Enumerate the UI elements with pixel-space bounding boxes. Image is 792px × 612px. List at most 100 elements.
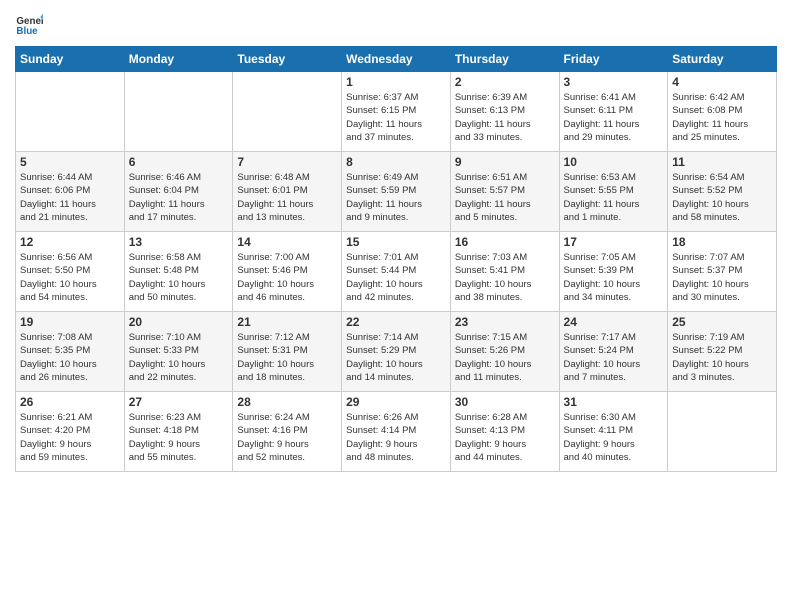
calendar-cell: 26 Sunrise: 6:21 AM Sunset: 4:20 PM Dayli… xyxy=(16,392,125,472)
day-info: Sunrise: 6:48 AM Sunset: 6:01 PM Dayligh… xyxy=(237,171,337,224)
day-number: 28 xyxy=(237,395,337,409)
day-number: 7 xyxy=(237,155,337,169)
day-info: Sunrise: 6:39 AM Sunset: 6:13 PM Dayligh… xyxy=(455,91,555,144)
day-info: Sunrise: 6:46 AM Sunset: 6:04 PM Dayligh… xyxy=(129,171,229,224)
day-number: 26 xyxy=(20,395,120,409)
calendar-cell xyxy=(233,72,342,152)
day-info: Sunrise: 7:15 AM Sunset: 5:26 PM Dayligh… xyxy=(455,331,555,384)
header-day-saturday: Saturday xyxy=(668,47,777,72)
calendar-cell: 27 Sunrise: 6:23 AM Sunset: 4:18 PM Dayli… xyxy=(124,392,233,472)
day-number: 4 xyxy=(672,75,772,89)
day-number: 15 xyxy=(346,235,446,249)
calendar-cell: 15 Sunrise: 7:01 AM Sunset: 5:44 PM Dayli… xyxy=(342,232,451,312)
day-number: 16 xyxy=(455,235,555,249)
header: General Blue xyxy=(15,10,777,38)
calendar-cell: 23 Sunrise: 7:15 AM Sunset: 5:26 PM Dayli… xyxy=(450,312,559,392)
calendar-cell xyxy=(124,72,233,152)
calendar-cell: 12 Sunrise: 6:56 AM Sunset: 5:50 PM Dayli… xyxy=(16,232,125,312)
day-info: Sunrise: 7:10 AM Sunset: 5:33 PM Dayligh… xyxy=(129,331,229,384)
day-info: Sunrise: 7:08 AM Sunset: 5:35 PM Dayligh… xyxy=(20,331,120,384)
calendar-cell: 8 Sunrise: 6:49 AM Sunset: 5:59 PM Daylig… xyxy=(342,152,451,232)
day-number: 27 xyxy=(129,395,229,409)
calendar-cell: 28 Sunrise: 6:24 AM Sunset: 4:16 PM Dayli… xyxy=(233,392,342,472)
calendar-cell: 29Sunrise: 6:26 AM Sunset: 4:14 PM Dayli… xyxy=(342,392,451,472)
day-info: Sunrise: 6:58 AM Sunset: 5:48 PM Dayligh… xyxy=(129,251,229,304)
day-number: 21 xyxy=(237,315,337,329)
day-number: 30 xyxy=(455,395,555,409)
calendar-header: SundayMondayTuesdayWednesdayThursdayFrid… xyxy=(16,47,777,72)
calendar-cell: 9 Sunrise: 6:51 AM Sunset: 5:57 PM Daylig… xyxy=(450,152,559,232)
calendar-cell: 5 Sunrise: 6:44 AM Sunset: 6:06 PM Daylig… xyxy=(16,152,125,232)
day-number: 10 xyxy=(564,155,664,169)
day-info: Sunrise: 6:21 AM Sunset: 4:20 PM Dayligh… xyxy=(20,411,120,464)
calendar-cell: 24Sunrise: 7:17 AM Sunset: 5:24 PM Dayli… xyxy=(559,312,668,392)
calendar-cell: 11 Sunrise: 6:54 AM Sunset: 5:52 PM Dayli… xyxy=(668,152,777,232)
day-info: Sunrise: 7:05 AM Sunset: 5:39 PM Dayligh… xyxy=(564,251,664,304)
calendar-body: 1Sunrise: 6:37 AM Sunset: 6:15 PM Daylig… xyxy=(16,72,777,472)
day-info: Sunrise: 6:30 AM Sunset: 4:11 PM Dayligh… xyxy=(564,411,664,464)
calendar-cell: 3Sunrise: 6:41 AM Sunset: 6:11 PM Daylig… xyxy=(559,72,668,152)
header-row: SundayMondayTuesdayWednesdayThursdayFrid… xyxy=(16,47,777,72)
day-info: Sunrise: 6:23 AM Sunset: 4:18 PM Dayligh… xyxy=(129,411,229,464)
day-number: 9 xyxy=(455,155,555,169)
day-number: 31 xyxy=(564,395,664,409)
day-info: Sunrise: 7:19 AM Sunset: 5:22 PM Dayligh… xyxy=(672,331,772,384)
day-number: 20 xyxy=(129,315,229,329)
day-number: 17 xyxy=(564,235,664,249)
day-info: Sunrise: 6:56 AM Sunset: 5:50 PM Dayligh… xyxy=(20,251,120,304)
calendar-cell: 2Sunrise: 6:39 AM Sunset: 6:13 PM Daylig… xyxy=(450,72,559,152)
day-info: Sunrise: 7:01 AM Sunset: 5:44 PM Dayligh… xyxy=(346,251,446,304)
calendar-cell: 18 Sunrise: 7:07 AM Sunset: 5:37 PM Dayli… xyxy=(668,232,777,312)
day-info: Sunrise: 7:12 AM Sunset: 5:31 PM Dayligh… xyxy=(237,331,337,384)
day-info: Sunrise: 6:53 AM Sunset: 5:55 PM Dayligh… xyxy=(564,171,664,224)
day-number: 18 xyxy=(672,235,772,249)
calendar-cell: 1Sunrise: 6:37 AM Sunset: 6:15 PM Daylig… xyxy=(342,72,451,152)
day-info: Sunrise: 6:44 AM Sunset: 6:06 PM Dayligh… xyxy=(20,171,120,224)
header-day-friday: Friday xyxy=(559,47,668,72)
calendar-cell: 10 Sunrise: 6:53 AM Sunset: 5:55 PM Dayli… xyxy=(559,152,668,232)
day-number: 13 xyxy=(129,235,229,249)
calendar-cell: 19 Sunrise: 7:08 AM Sunset: 5:35 PM Dayli… xyxy=(16,312,125,392)
week-row-1: 5 Sunrise: 6:44 AM Sunset: 6:06 PM Daylig… xyxy=(16,152,777,232)
calendar-cell: 30 Sunrise: 6:28 AM Sunset: 4:13 PM Dayli… xyxy=(450,392,559,472)
day-number: 23 xyxy=(455,315,555,329)
week-row-0: 1Sunrise: 6:37 AM Sunset: 6:15 PM Daylig… xyxy=(16,72,777,152)
day-number: 8 xyxy=(346,155,446,169)
day-number: 1 xyxy=(346,75,446,89)
day-number: 14 xyxy=(237,235,337,249)
logo-icon: General Blue xyxy=(15,10,43,38)
calendar-cell xyxy=(668,392,777,472)
calendar-cell: 22Sunrise: 7:14 AM Sunset: 5:29 PM Dayli… xyxy=(342,312,451,392)
day-info: Sunrise: 7:03 AM Sunset: 5:41 PM Dayligh… xyxy=(455,251,555,304)
day-number: 12 xyxy=(20,235,120,249)
calendar-cell: 13 Sunrise: 6:58 AM Sunset: 5:48 PM Dayli… xyxy=(124,232,233,312)
header-day-sunday: Sunday xyxy=(16,47,125,72)
day-info: Sunrise: 7:00 AM Sunset: 5:46 PM Dayligh… xyxy=(237,251,337,304)
calendar-cell: 6Sunrise: 6:46 AM Sunset: 6:04 PM Daylig… xyxy=(124,152,233,232)
day-info: Sunrise: 6:42 AM Sunset: 6:08 PM Dayligh… xyxy=(672,91,772,144)
day-info: Sunrise: 6:24 AM Sunset: 4:16 PM Dayligh… xyxy=(237,411,337,464)
day-info: Sunrise: 7:17 AM Sunset: 5:24 PM Dayligh… xyxy=(564,331,664,384)
calendar-cell xyxy=(16,72,125,152)
day-info: Sunrise: 7:07 AM Sunset: 5:37 PM Dayligh… xyxy=(672,251,772,304)
day-info: Sunrise: 6:41 AM Sunset: 6:11 PM Dayligh… xyxy=(564,91,664,144)
calendar-cell: 31 Sunrise: 6:30 AM Sunset: 4:11 PM Dayli… xyxy=(559,392,668,472)
day-number: 19 xyxy=(20,315,120,329)
day-number: 11 xyxy=(672,155,772,169)
day-info: Sunrise: 6:28 AM Sunset: 4:13 PM Dayligh… xyxy=(455,411,555,464)
page-container: General Blue SundayMondayTuesdayWednesda… xyxy=(0,0,792,477)
day-info: Sunrise: 6:54 AM Sunset: 5:52 PM Dayligh… xyxy=(672,171,772,224)
calendar-cell: 25Sunrise: 7:19 AM Sunset: 5:22 PM Dayli… xyxy=(668,312,777,392)
day-number: 22 xyxy=(346,315,446,329)
day-number: 5 xyxy=(20,155,120,169)
calendar-cell: 17 Sunrise: 7:05 AM Sunset: 5:39 PM Dayli… xyxy=(559,232,668,312)
header-day-monday: Monday xyxy=(124,47,233,72)
day-info: Sunrise: 6:51 AM Sunset: 5:57 PM Dayligh… xyxy=(455,171,555,224)
calendar-cell: 14 Sunrise: 7:00 AM Sunset: 5:46 PM Dayli… xyxy=(233,232,342,312)
day-number: 29 xyxy=(346,395,446,409)
calendar-cell: 4 Sunrise: 6:42 AM Sunset: 6:08 PM Daylig… xyxy=(668,72,777,152)
header-day-thursday: Thursday xyxy=(450,47,559,72)
calendar-cell: 20 Sunrise: 7:10 AM Sunset: 5:33 PM Dayli… xyxy=(124,312,233,392)
day-info: Sunrise: 6:49 AM Sunset: 5:59 PM Dayligh… xyxy=(346,171,446,224)
header-day-tuesday: Tuesday xyxy=(233,47,342,72)
